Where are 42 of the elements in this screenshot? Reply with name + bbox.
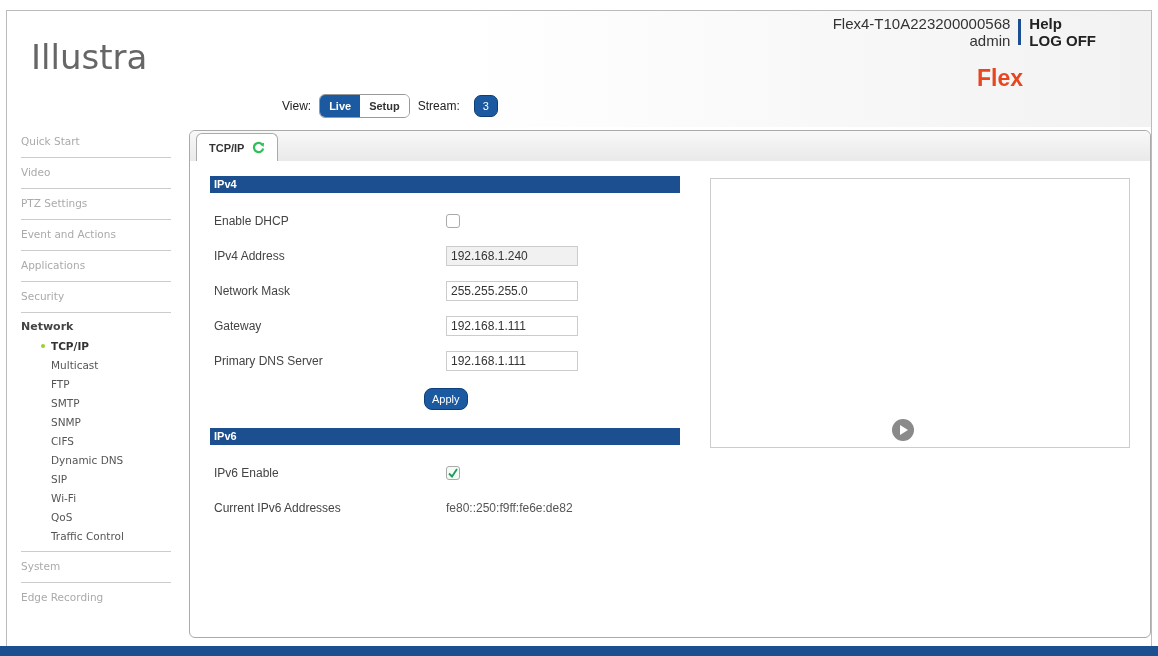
illustra-logo: Illustra: [31, 37, 148, 77]
sidebar-subitem[interactable]: SNMP: [51, 414, 81, 429]
view-label: View:: [282, 99, 312, 113]
device-name: Flex4-T10A223200000568: [832, 15, 1011, 32]
stream-label: Stream:: [417, 99, 460, 113]
field-label: IPv6 Enable: [214, 465, 280, 480]
sidebar-subitem[interactable]: SIP: [51, 471, 68, 486]
stream-button[interactable]: 3: [473, 95, 498, 117]
section-header: IPv6: [210, 428, 680, 445]
text-field[interactable]: 255.255.255.0: [446, 280, 578, 301]
field-label: IPv4 Address: [214, 248, 286, 263]
header-link[interactable]: Help: [1029, 15, 1096, 32]
product-logo: Flex: [976, 65, 1023, 92]
refresh-icon: [252, 141, 266, 154]
sidebar-subitem[interactable]: SMTP: [51, 395, 80, 410]
field-value: fe80::250:f9ff:fe6e:de82: [446, 500, 573, 515]
apply-button[interactable]: Apply: [424, 388, 468, 410]
section-header: IPv4: [210, 176, 680, 193]
checkbox[interactable]: [446, 465, 460, 480]
checkbox[interactable]: [446, 213, 460, 228]
text-field[interactable]: 192.168.1.111: [446, 315, 578, 336]
sidebar-subitem[interactable]: Dynamic DNS: [51, 452, 124, 467]
tab[interactable]: TCP/IP: [196, 133, 279, 161]
sidebar-subitem[interactable]: Wi-Fi: [51, 490, 77, 505]
sidebar-subitem[interactable]: Traffic Control: [51, 528, 124, 543]
sidebar-subitem[interactable]: TCP/IP: [51, 338, 89, 353]
sidebar-subitem[interactable]: FTP: [51, 376, 70, 391]
sidebar-item[interactable]: Network: [21, 313, 171, 336]
field-label: Network Mask: [214, 283, 291, 298]
field-label: Enable DHCP: [214, 213, 290, 228]
play-icon[interactable]: [891, 418, 915, 442]
field-label: Primary DNS Server: [214, 353, 324, 368]
bullet-icon: [41, 344, 45, 348]
header-link[interactable]: LOG OFF: [1029, 32, 1096, 49]
field-label: Gateway: [214, 318, 263, 333]
sidebar-subitem[interactable]: QoS: [51, 509, 73, 524]
field-label: Current IPv6 Addresses: [214, 500, 342, 515]
sidebar-subitem[interactable]: CIFS: [51, 433, 74, 448]
text-field[interactable]: 192.168.1.111: [446, 350, 578, 371]
user-name: admin: [969, 32, 1011, 49]
sidebar-subitem[interactable]: Multicast: [51, 357, 99, 372]
view-toggle-option[interactable]: Live: [320, 95, 361, 117]
